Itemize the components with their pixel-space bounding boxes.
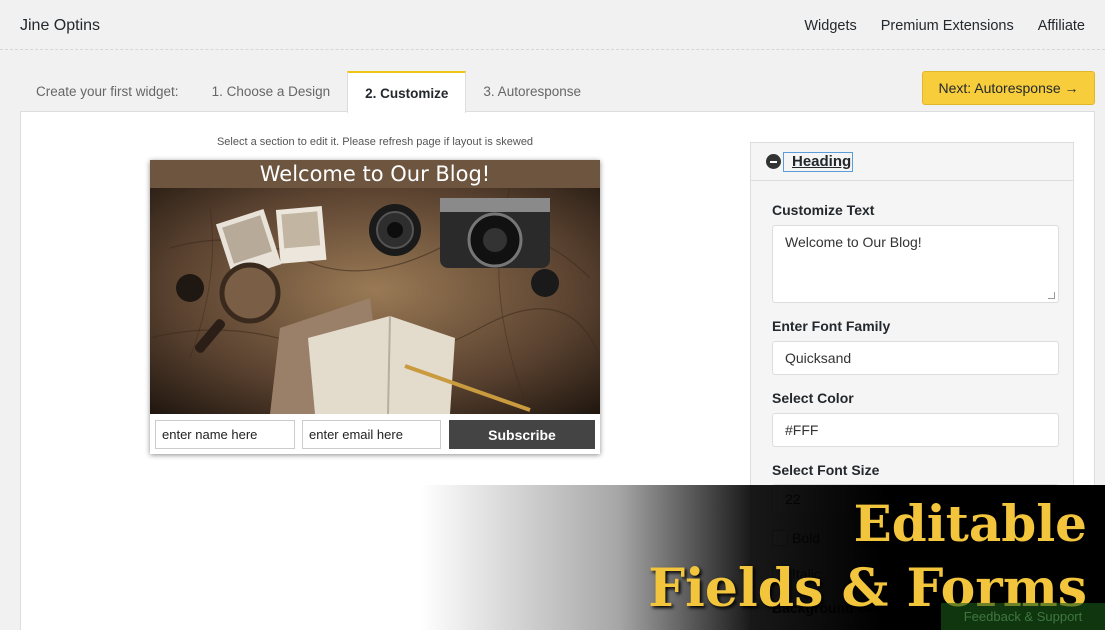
tab-choose-design[interactable]: 1. Choose a Design xyxy=(195,71,348,112)
nav-widgets-link[interactable]: Widgets xyxy=(804,18,856,34)
top-bar: Jine Optins Widgets Premium Extensions A… xyxy=(0,0,1105,50)
section-heading-toggle[interactable]: Heading xyxy=(783,152,854,172)
widget-preview: Welcome to Our Blog! enter name here ent… xyxy=(150,160,600,454)
camera-desk-illustration xyxy=(150,188,600,414)
settings-panel: Heading Customize Text Welcome to Our Bl… xyxy=(750,142,1074,630)
font-family-input[interactable]: Quicksand xyxy=(772,341,1059,375)
bold-label: Bold xyxy=(792,530,821,546)
widget-name-input[interactable]: enter name here xyxy=(155,420,295,449)
font-size-label: Select Font Size xyxy=(772,462,880,478)
widget-heading[interactable]: Welcome to Our Blog! xyxy=(150,160,600,188)
resize-handle-icon[interactable] xyxy=(1048,292,1055,299)
widget-subscribe-button[interactable]: Subscribe xyxy=(449,420,595,449)
bold-checkbox-box[interactable] xyxy=(772,530,788,546)
widget-optin-form: enter name here enter email here Subscri… xyxy=(150,414,600,454)
collapse-icon[interactable] xyxy=(766,154,781,169)
nav-affiliate-link[interactable]: Affiliate xyxy=(1038,18,1085,34)
color-input[interactable]: #FFF xyxy=(772,413,1059,447)
widget-hero-image[interactable] xyxy=(150,188,600,414)
panel-header: Heading xyxy=(751,143,1073,181)
tabs-lead-text: Create your first widget: xyxy=(36,84,179,99)
tab-autoresponse[interactable]: 3. Autoresponse xyxy=(466,71,598,112)
bold-checkbox[interactable]: Bold xyxy=(772,530,820,546)
customize-text-textarea[interactable]: Welcome to Our Blog! xyxy=(772,225,1059,303)
top-nav: Widgets Premium Extensions Affiliate xyxy=(804,18,1085,34)
wizard-tabs: Create your first widget: 1. Choose a De… xyxy=(20,71,598,113)
app-title: Jine Optins xyxy=(20,17,101,34)
edit-hint-text: Select a section to edit it. Please refr… xyxy=(216,136,534,148)
nav-premium-extensions-link[interactable]: Premium Extensions xyxy=(881,18,1014,34)
promo-line-1: Editable xyxy=(853,494,1087,553)
tab-customize[interactable]: 2. Customize xyxy=(347,71,467,113)
color-label: Select Color xyxy=(772,390,854,406)
next-autoresponse-button[interactable]: Next: Autoresponse → xyxy=(922,71,1095,105)
feedback-support-button[interactable]: Feedback & Support xyxy=(941,603,1105,630)
font-family-label: Enter Font Family xyxy=(772,318,891,334)
customize-text-value: Welcome to Our Blog! xyxy=(785,234,922,250)
widget-email-input[interactable]: enter email here xyxy=(302,420,441,449)
customize-text-label: Customize Text xyxy=(772,202,875,218)
